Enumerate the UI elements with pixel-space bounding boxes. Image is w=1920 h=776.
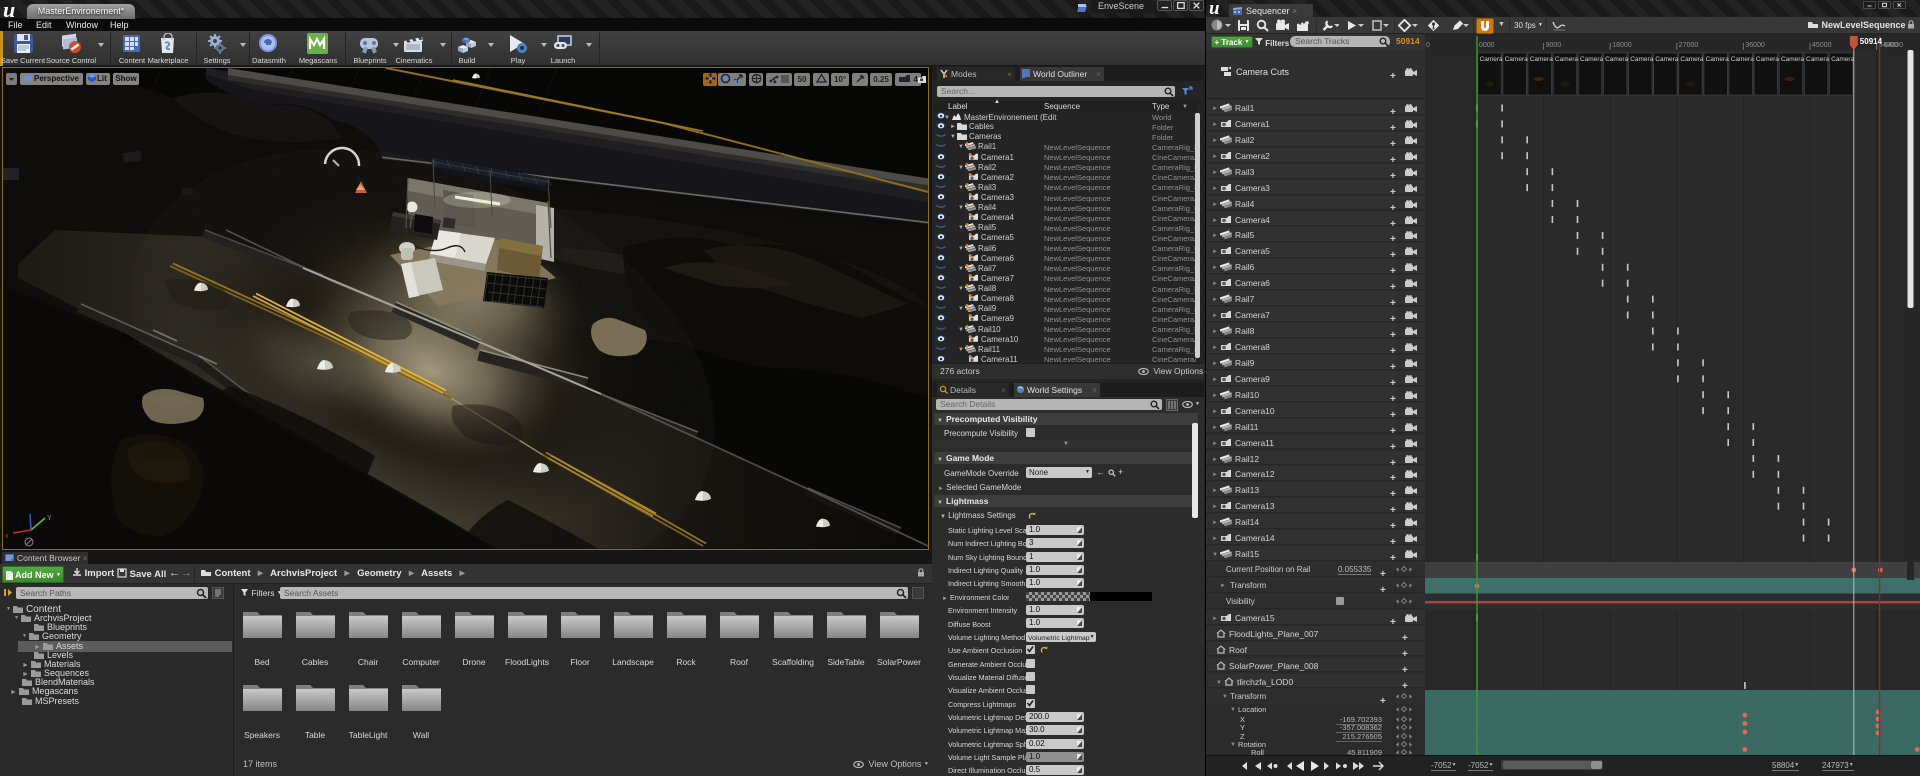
- svg-text:27000: 27000: [1679, 42, 1699, 49]
- svg-text:Camera: Camera: [1756, 56, 1780, 63]
- svg-text:36000: 36000: [1745, 42, 1765, 49]
- svg-text:Camera: Camera: [1680, 56, 1704, 63]
- svg-text:Camera: Camera: [1530, 56, 1554, 63]
- svg-text:x: x: [5, 533, 9, 540]
- svg-text:9000: 9000: [1546, 42, 1562, 49]
- svg-text:Camera: Camera: [1555, 56, 1579, 63]
- svg-text:Camera: Camera: [1505, 56, 1529, 63]
- svg-text:0: 0: [1426, 42, 1430, 49]
- svg-text:Camera: Camera: [1655, 56, 1679, 63]
- svg-text:Camera: Camera: [1630, 56, 1654, 63]
- svg-text:Camera: Camera: [1731, 56, 1755, 63]
- svg-text:50914: 50914: [1860, 37, 1883, 46]
- svg-text:18000: 18000: [1612, 42, 1632, 49]
- svg-text:Camera: Camera: [1831, 56, 1855, 63]
- svg-text:Camera: Camera: [1480, 56, 1504, 63]
- svg-text:0000: 0000: [1479, 42, 1495, 49]
- svg-text:Camera: Camera: [1806, 56, 1830, 63]
- svg-text:Camera: Camera: [1605, 56, 1629, 63]
- svg-text:Camera: Camera: [1781, 56, 1805, 63]
- svg-text:Camera: Camera: [1580, 56, 1604, 63]
- svg-text:45000: 45000: [1812, 42, 1832, 49]
- svg-text:Camera: Camera: [1706, 56, 1730, 63]
- svg-text:Y: Y: [47, 515, 52, 522]
- svg-text:54000: 54000: [1884, 42, 1904, 49]
